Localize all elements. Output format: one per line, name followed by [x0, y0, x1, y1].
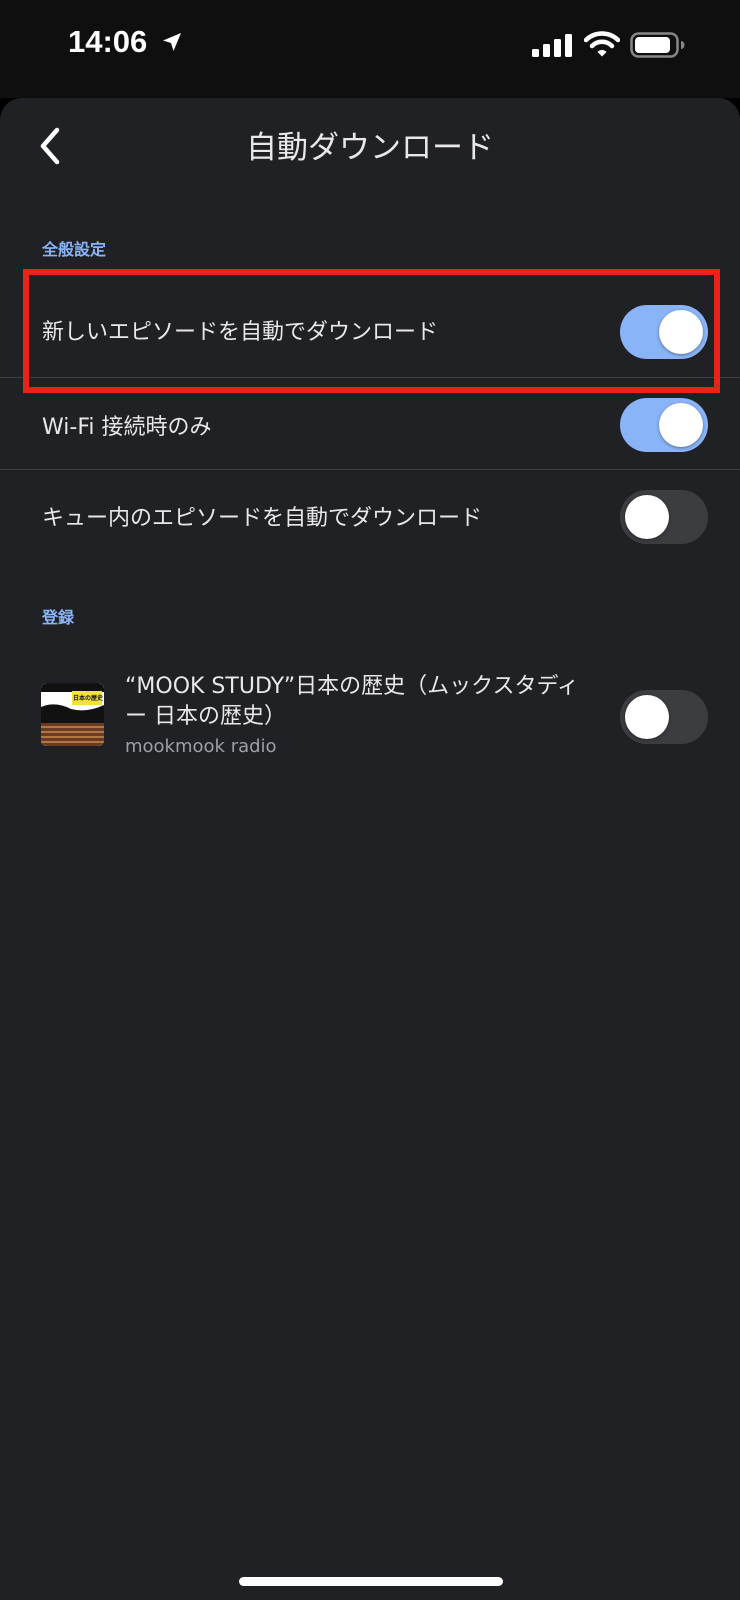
- podcast-title: “MOOK STUDY”日本の歴史（ムックスタディー 日本の歴史）: [125, 674, 579, 729]
- cellular-signal-icon: [532, 34, 572, 57]
- setting-label: Wi-Fi 接続時のみ: [42, 415, 212, 440]
- highlight-box: [23, 269, 720, 393]
- toggle-knob: [625, 495, 669, 539]
- wifi-icon: [584, 31, 620, 57]
- podcast-artwork: 日本の歴史: [41, 683, 104, 746]
- setting-label: キュー内のエピソードを自動でダウンロード: [42, 506, 483, 531]
- toggle-knob: [625, 695, 669, 739]
- section-label-subscriptions: 登録: [42, 608, 75, 627]
- podcast-author: mookmook radio: [125, 736, 277, 757]
- auto-download-queue-toggle[interactable]: [620, 490, 708, 544]
- location-arrow-icon: [163, 33, 181, 51]
- home-indicator: [239, 1577, 503, 1586]
- status-bar: 14:06: [0, 0, 740, 98]
- podcast-artwork-text: 日本の歴史: [73, 695, 104, 702]
- page-title: 自動ダウンロード: [246, 130, 494, 166]
- setting-row-auto-download-queue[interactable]: キュー内のエピソードを自動でダウンロード: [0, 470, 740, 562]
- podcast-auto-download-toggle[interactable]: [620, 690, 708, 744]
- section-label-general: 全般設定: [42, 240, 107, 259]
- status-time: 14:06: [68, 24, 148, 59]
- toggle-knob: [659, 403, 703, 447]
- wifi-only-toggle[interactable]: [620, 398, 708, 452]
- battery-icon: [630, 32, 685, 58]
